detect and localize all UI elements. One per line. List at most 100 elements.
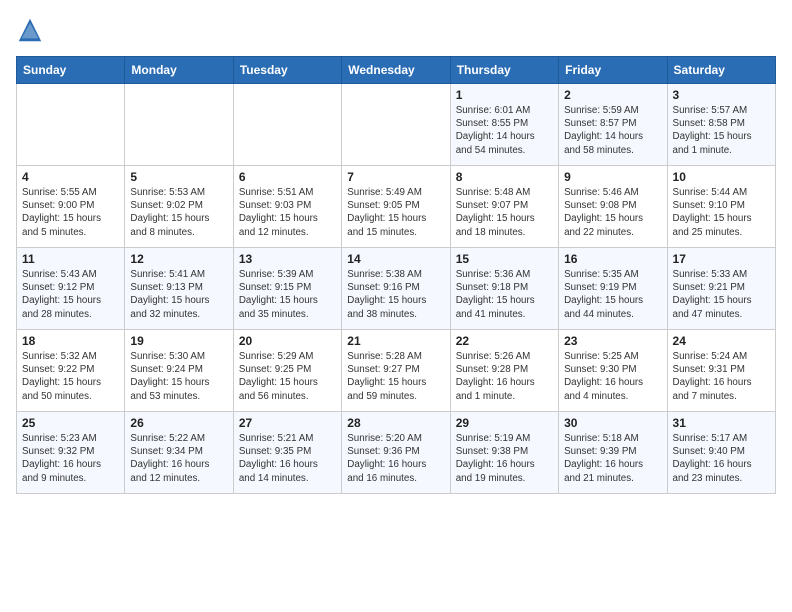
day-info: Sunrise: 5:23 AM Sunset: 9:32 PM Dayligh… [22, 432, 119, 485]
day-number: 12 [130, 252, 227, 266]
day-number: 17 [673, 252, 770, 266]
calendar-cell: 17 Sunrise: 5:33 AM Sunset: 9:21 PM Dayli… [667, 248, 775, 330]
day-info: Sunrise: 5:19 AM Sunset: 9:38 PM Dayligh… [456, 432, 553, 485]
day-info: Sunrise: 5:44 AM Sunset: 9:10 PM Dayligh… [673, 186, 770, 239]
calendar-cell [17, 84, 125, 166]
page-header [16, 16, 776, 44]
calendar-cell: 30 Sunrise: 5:18 AM Sunset: 9:39 PM Dayli… [559, 412, 667, 494]
calendar-cell: 5 Sunrise: 5:53 AM Sunset: 9:02 PM Daylig… [125, 166, 233, 248]
day-info: Sunrise: 5:48 AM Sunset: 9:07 PM Dayligh… [456, 186, 553, 239]
day-info: Sunrise: 5:38 AM Sunset: 9:16 PM Dayligh… [347, 268, 444, 321]
calendar-cell [125, 84, 233, 166]
calendar-cell: 29 Sunrise: 5:19 AM Sunset: 9:38 PM Dayli… [450, 412, 558, 494]
day-number: 10 [673, 170, 770, 184]
day-number: 6 [239, 170, 336, 184]
calendar-cell: 21 Sunrise: 5:28 AM Sunset: 9:27 PM Dayli… [342, 330, 450, 412]
day-info: Sunrise: 5:32 AM Sunset: 9:22 PM Dayligh… [22, 350, 119, 403]
calendar-week-row: 18 Sunrise: 5:32 AM Sunset: 9:22 PM Dayli… [17, 330, 776, 412]
day-info: Sunrise: 5:59 AM Sunset: 8:57 PM Dayligh… [564, 104, 661, 157]
calendar-cell: 2 Sunrise: 5:59 AM Sunset: 8:57 PM Daylig… [559, 84, 667, 166]
day-info: Sunrise: 5:55 AM Sunset: 9:00 PM Dayligh… [22, 186, 119, 239]
day-number: 18 [22, 334, 119, 348]
calendar-cell: 3Sunrise: 5:57 AM Sunset: 8:58 PM Daylig… [667, 84, 775, 166]
day-number: 22 [456, 334, 553, 348]
day-number: 20 [239, 334, 336, 348]
day-info: Sunrise: 5:25 AM Sunset: 9:30 PM Dayligh… [564, 350, 661, 403]
day-number: 7 [347, 170, 444, 184]
day-number: 11 [22, 252, 119, 266]
day-info: Sunrise: 5:36 AM Sunset: 9:18 PM Dayligh… [456, 268, 553, 321]
calendar-cell: 22 Sunrise: 5:26 AM Sunset: 9:28 PM Dayli… [450, 330, 558, 412]
day-info: Sunrise: 6:01 AM Sunset: 8:55 PM Dayligh… [456, 104, 553, 157]
calendar-cell: 4 Sunrise: 5:55 AM Sunset: 9:00 PM Daylig… [17, 166, 125, 248]
day-number: 3 [673, 88, 770, 102]
day-info: Sunrise: 5:41 AM Sunset: 9:13 PM Dayligh… [130, 268, 227, 321]
day-number: 4 [22, 170, 119, 184]
day-number: 1 [456, 88, 553, 102]
calendar-week-row: 25 Sunrise: 5:23 AM Sunset: 9:32 PM Dayli… [17, 412, 776, 494]
weekday-header: Wednesday [342, 57, 450, 84]
calendar-cell [233, 84, 341, 166]
calendar-cell: 7 Sunrise: 5:49 AM Sunset: 9:05 PM Daylig… [342, 166, 450, 248]
calendar-cell: 6 Sunrise: 5:51 AM Sunset: 9:03 PM Daylig… [233, 166, 341, 248]
day-info: Sunrise: 5:28 AM Sunset: 9:27 PM Dayligh… [347, 350, 444, 403]
day-number: 14 [347, 252, 444, 266]
calendar-cell: 15 Sunrise: 5:36 AM Sunset: 9:18 PM Dayli… [450, 248, 558, 330]
day-number: 31 [673, 416, 770, 430]
day-info: Sunrise: 5:33 AM Sunset: 9:21 PM Dayligh… [673, 268, 770, 321]
calendar-cell: 10 Sunrise: 5:44 AM Sunset: 9:10 PM Dayli… [667, 166, 775, 248]
calendar-cell: 1 Sunrise: 6:01 AM Sunset: 8:55 PM Daylig… [450, 84, 558, 166]
day-number: 19 [130, 334, 227, 348]
day-info: Sunrise: 5:20 AM Sunset: 9:36 PM Dayligh… [347, 432, 444, 485]
weekday-header: Friday [559, 57, 667, 84]
day-number: 30 [564, 416, 661, 430]
calendar-cell: 16 Sunrise: 5:35 AM Sunset: 9:19 PM Dayli… [559, 248, 667, 330]
day-info: Sunrise: 5:26 AM Sunset: 9:28 PM Dayligh… [456, 350, 553, 403]
day-info: Sunrise: 5:46 AM Sunset: 9:08 PM Dayligh… [564, 186, 661, 239]
day-number: 25 [22, 416, 119, 430]
day-info: Sunrise: 5:29 AM Sunset: 9:25 PM Dayligh… [239, 350, 336, 403]
logo [16, 16, 48, 44]
day-info: Sunrise: 5:21 AM Sunset: 9:35 PM Dayligh… [239, 432, 336, 485]
calendar-table: SundayMondayTuesdayWednesdayThursdayFrid… [16, 56, 776, 494]
calendar-week-row: 4 Sunrise: 5:55 AM Sunset: 9:00 PM Daylig… [17, 166, 776, 248]
day-number: 23 [564, 334, 661, 348]
day-info: Sunrise: 5:35 AM Sunset: 9:19 PM Dayligh… [564, 268, 661, 321]
day-info: Sunrise: 5:18 AM Sunset: 9:39 PM Dayligh… [564, 432, 661, 485]
day-number: 24 [673, 334, 770, 348]
day-info: Sunrise: 5:22 AM Sunset: 9:34 PM Dayligh… [130, 432, 227, 485]
day-info: Sunrise: 5:24 AM Sunset: 9:31 PM Dayligh… [673, 350, 770, 403]
day-number: 15 [456, 252, 553, 266]
day-number: 28 [347, 416, 444, 430]
weekday-header: Tuesday [233, 57, 341, 84]
weekday-header: Monday [125, 57, 233, 84]
day-info: Sunrise: 5:51 AM Sunset: 9:03 PM Dayligh… [239, 186, 336, 239]
weekday-header: Thursday [450, 57, 558, 84]
day-info: Sunrise: 5:17 AM Sunset: 9:40 PM Dayligh… [673, 432, 770, 485]
day-number: 27 [239, 416, 336, 430]
calendar-cell: 9 Sunrise: 5:46 AM Sunset: 9:08 PM Daylig… [559, 166, 667, 248]
day-number: 2 [564, 88, 661, 102]
day-number: 26 [130, 416, 227, 430]
calendar-cell: 18 Sunrise: 5:32 AM Sunset: 9:22 PM Dayli… [17, 330, 125, 412]
weekday-header: Saturday [667, 57, 775, 84]
day-number: 16 [564, 252, 661, 266]
day-number: 9 [564, 170, 661, 184]
weekday-header: Sunday [17, 57, 125, 84]
day-number: 29 [456, 416, 553, 430]
day-number: 21 [347, 334, 444, 348]
calendar-cell: 28 Sunrise: 5:20 AM Sunset: 9:36 PM Dayli… [342, 412, 450, 494]
calendar-cell: 23 Sunrise: 5:25 AM Sunset: 9:30 PM Dayli… [559, 330, 667, 412]
logo-icon [16, 16, 44, 44]
day-info: Sunrise: 5:53 AM Sunset: 9:02 PM Dayligh… [130, 186, 227, 239]
day-info: Sunrise: 5:49 AM Sunset: 9:05 PM Dayligh… [347, 186, 444, 239]
calendar-cell [342, 84, 450, 166]
day-info: Sunrise: 5:39 AM Sunset: 9:15 PM Dayligh… [239, 268, 336, 321]
weekday-header-row: SundayMondayTuesdayWednesdayThursdayFrid… [17, 57, 776, 84]
day-number: 5 [130, 170, 227, 184]
calendar-cell: 12 Sunrise: 5:41 AM Sunset: 9:13 PM Dayli… [125, 248, 233, 330]
calendar-cell: 24 Sunrise: 5:24 AM Sunset: 9:31 PM Dayli… [667, 330, 775, 412]
calendar-cell: 26 Sunrise: 5:22 AM Sunset: 9:34 PM Dayli… [125, 412, 233, 494]
calendar-cell: 19Sunrise: 5:30 AM Sunset: 9:24 PM Dayli… [125, 330, 233, 412]
calendar-cell: 13Sunrise: 5:39 AM Sunset: 9:15 PM Dayli… [233, 248, 341, 330]
